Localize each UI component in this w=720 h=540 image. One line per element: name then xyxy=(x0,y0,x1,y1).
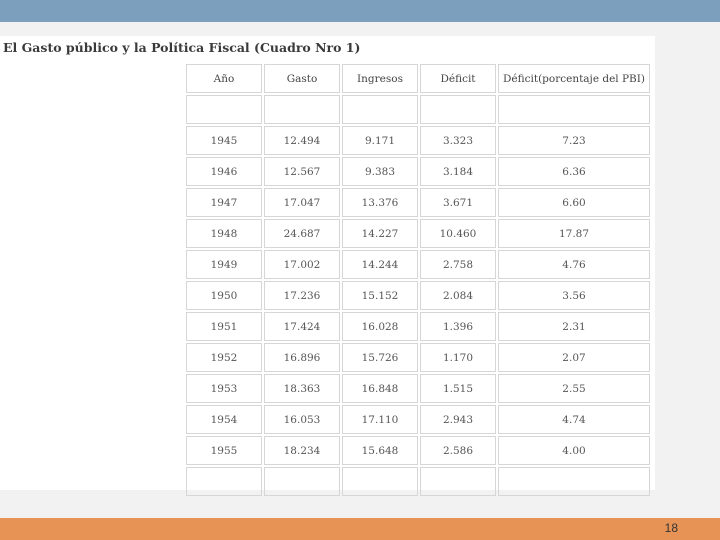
table-cell: 24.687 xyxy=(264,219,340,248)
table-cell: 1951 xyxy=(186,312,262,341)
table-row: 1948 24.687 14.227 10.460 17.87 xyxy=(186,219,650,248)
table-cell: 1950 xyxy=(186,281,262,310)
table-row: 1949 17.002 14.244 2.758 4.76 xyxy=(186,250,650,279)
table-cell: 2.084 xyxy=(420,281,496,310)
table-row: 1952 16.896 15.726 1.170 2.07 xyxy=(186,343,650,372)
table-cell: 12.494 xyxy=(264,126,340,155)
table-cell: 1946 xyxy=(186,157,262,186)
table-cell: 17.87 xyxy=(498,219,650,248)
table-cell: 18.363 xyxy=(264,374,340,403)
table-cell: 12.567 xyxy=(264,157,340,186)
table-cell xyxy=(420,95,496,124)
top-accent-bar xyxy=(0,0,720,22)
table-cell: 15.726 xyxy=(342,343,418,372)
table-cell: 17.047 xyxy=(264,188,340,217)
table-cell xyxy=(186,467,262,496)
table-cell: 15.648 xyxy=(342,436,418,465)
table-cell xyxy=(498,467,650,496)
blank-row xyxy=(186,95,650,124)
table-cell: 16.053 xyxy=(264,405,340,434)
header-year: Año xyxy=(186,64,262,93)
table-cell: 1.396 xyxy=(420,312,496,341)
fiscal-table: Año Gasto Ingresos Déficit Déficit(porce… xyxy=(184,62,652,498)
table-cell: 14.244 xyxy=(342,250,418,279)
table-cell xyxy=(186,95,262,124)
page-number: 18 xyxy=(664,521,678,535)
bottom-accent-bar: 18 xyxy=(0,518,720,540)
table-cell xyxy=(420,467,496,496)
table-cell: 16.028 xyxy=(342,312,418,341)
table-cell: 6.60 xyxy=(498,188,650,217)
table-cell: 1945 xyxy=(186,126,262,155)
table-cell: 2.943 xyxy=(420,405,496,434)
table-cell: 17.002 xyxy=(264,250,340,279)
table-cell: 17.424 xyxy=(264,312,340,341)
table-cell: 4.00 xyxy=(498,436,650,465)
header-gasto: Gasto xyxy=(264,64,340,93)
table-header-row: Año Gasto Ingresos Déficit Déficit(porce… xyxy=(186,64,650,93)
table-cell: 1.515 xyxy=(420,374,496,403)
table-cell xyxy=(498,95,650,124)
blank-row xyxy=(186,467,650,496)
table-cell: 3.56 xyxy=(498,281,650,310)
table-cell: 3.671 xyxy=(420,188,496,217)
table-cell: 4.74 xyxy=(498,405,650,434)
table-cell: 6.36 xyxy=(498,157,650,186)
table-cell: 9.383 xyxy=(342,157,418,186)
table-cell xyxy=(342,95,418,124)
header-deficit-pbi: Déficit(porcentaje del PBI) xyxy=(498,64,650,93)
table-row: 1954 16.053 17.110 2.943 4.74 xyxy=(186,405,650,434)
table-cell: 1953 xyxy=(186,374,262,403)
table-row: 1950 17.236 15.152 2.084 3.56 xyxy=(186,281,650,310)
table-cell: 2.55 xyxy=(498,374,650,403)
table-row: 1945 12.494 9.171 3.323 7.23 xyxy=(186,126,650,155)
table-row: 1951 17.424 16.028 1.396 2.31 xyxy=(186,312,650,341)
header-ingresos: Ingresos xyxy=(342,64,418,93)
table-cell: 13.376 xyxy=(342,188,418,217)
table-cell: 2.31 xyxy=(498,312,650,341)
table-cell: 1.170 xyxy=(420,343,496,372)
table-cell: 18.234 xyxy=(264,436,340,465)
table-cell: 17.110 xyxy=(342,405,418,434)
table-cell: 4.76 xyxy=(498,250,650,279)
table-cell: 1947 xyxy=(186,188,262,217)
table-cell: 1954 xyxy=(186,405,262,434)
table-cell: 10.460 xyxy=(420,219,496,248)
header-deficit: Déficit xyxy=(420,64,496,93)
table-cell: 16.896 xyxy=(264,343,340,372)
document-title: El Gasto público y la Política Fiscal (C… xyxy=(3,40,361,55)
table-row: 1946 12.567 9.383 3.184 6.36 xyxy=(186,157,650,186)
table-row: 1955 18.234 15.648 2.586 4.00 xyxy=(186,436,650,465)
table-cell: 1952 xyxy=(186,343,262,372)
table-cell: 2.586 xyxy=(420,436,496,465)
table-cell: 3.323 xyxy=(420,126,496,155)
table-cell: 9.171 xyxy=(342,126,418,155)
table-cell xyxy=(342,467,418,496)
table-cell: 17.236 xyxy=(264,281,340,310)
table-cell: 15.152 xyxy=(342,281,418,310)
table-cell: 7.23 xyxy=(498,126,650,155)
table-cell: 3.184 xyxy=(420,157,496,186)
table-row: 1947 17.047 13.376 3.671 6.60 xyxy=(186,188,650,217)
table-cell xyxy=(264,95,340,124)
table-cell: 1948 xyxy=(186,219,262,248)
table-cell: 16.848 xyxy=(342,374,418,403)
table-cell xyxy=(264,467,340,496)
table-cell: 1949 xyxy=(186,250,262,279)
table-cell: 2.07 xyxy=(498,343,650,372)
table-cell: 2.758 xyxy=(420,250,496,279)
table-cell: 14.227 xyxy=(342,219,418,248)
table-cell: 1955 xyxy=(186,436,262,465)
table-row: 1953 18.363 16.848 1.515 2.55 xyxy=(186,374,650,403)
